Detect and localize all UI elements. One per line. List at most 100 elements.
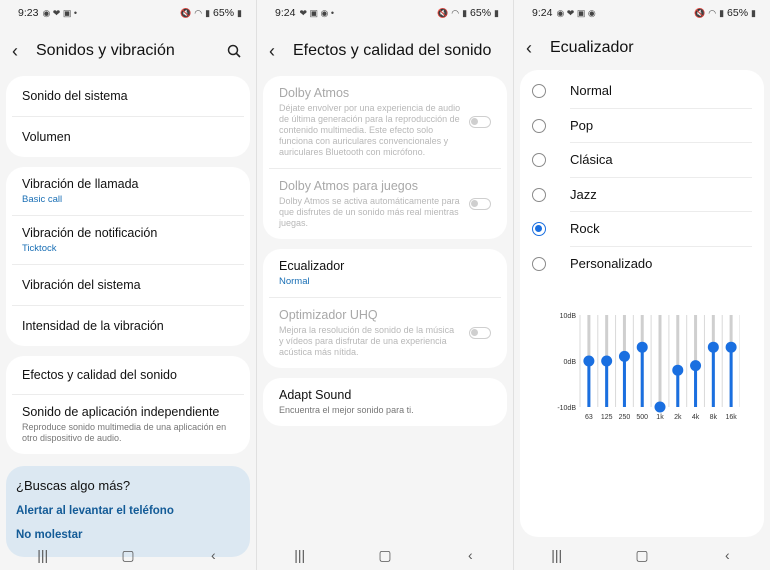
search-icon[interactable] [224,41,244,61]
screen-equalizer: 9:24 ◉ ❤ ▣ ◉ 🔇 ◠ ▮ 65% ▮ ‹ Ecualizador N… [514,0,770,570]
preset-label: Jazz [570,178,752,212]
slider-knob[interactable] [636,341,648,353]
preset-label: Pop [570,109,752,143]
slider-knob[interactable] [725,341,737,353]
preset-option[interactable]: Personalizado [520,247,764,282]
radio-button[interactable] [532,84,546,99]
back-arrow-icon[interactable]: ‹ [526,38,546,59]
preset-option[interactable]: Rock [520,212,764,247]
slider-knob[interactable] [583,355,595,367]
status-time: 9:23 [18,7,39,19]
slider-knob[interactable] [601,355,613,367]
app-bar: ‹ Ecualizador [514,26,770,70]
preset-option[interactable]: Jazz [520,178,764,212]
help-title: ¿Buscas algo más? [16,478,131,493]
setting-system-vibration[interactable]: Vibración del sistema [12,265,244,306]
battery-level: 65% [213,7,235,19]
recent-apps-icon[interactable]: ||| [542,547,572,563]
setting-value: Normal [279,276,310,287]
radio-button[interactable] [532,118,546,133]
slider-knob[interactable] [690,360,702,372]
setting-equalizer[interactable]: Ecualizador Normal [269,249,501,298]
preset-option[interactable]: Pop [520,109,764,143]
signal-icon: ▮ [462,7,468,18]
recent-apps-icon[interactable]: ||| [285,547,315,563]
setting-title: Dolby Atmos [279,86,350,100]
setting-call-vibration[interactable]: Vibración de llamada Basic call [12,167,244,216]
app-bar: ‹ Sonidos y vibración [0,26,256,76]
back-icon[interactable]: ‹ [455,547,485,563]
slider-knob[interactable] [618,350,630,362]
setting-title: Adapt Sound [279,388,352,402]
preset-label: Rock [570,212,752,247]
recent-apps-icon[interactable]: ||| [28,547,58,563]
setting-title: Optimizador UHQ [279,308,378,322]
battery-level: 65% [727,7,749,19]
status-bar: 9:23 ◉ ❤ ▣ • 🔇 ◠ ▮ 65% ▮ [0,0,256,26]
back-icon[interactable]: ‹ [712,547,742,563]
wifi-icon: ◠ [194,7,203,18]
preset-list: Normal Pop Clásica Jazz Rock Personalizado [520,74,764,281]
app-bar: ‹ Efectos y calidad del sonido [257,26,513,76]
navigation-bar: ||| ▢ ‹ [514,540,770,570]
setting-adapt-sound[interactable]: Adapt Sound Encuentra el mejor sonido pa… [269,378,501,426]
radio-button[interactable] [532,153,546,168]
uhq-toggle [469,327,491,339]
back-icon[interactable]: ‹ [198,547,228,563]
equalizer-card: Normal Pop Clásica Jazz Rock Personalizado 10… [520,70,764,537]
slider-knob[interactable] [654,401,666,413]
setting-description: Encuentra el mejor sonido para ti. [279,405,414,415]
preset-option[interactable]: Clásica [520,143,764,178]
home-icon[interactable]: ▢ [370,547,400,564]
preset-option[interactable]: Normal [520,74,764,109]
signal-icon: ▮ [205,7,211,18]
radio-button[interactable] [532,222,546,237]
setting-title: Sonido de aplicación independiente [22,405,220,419]
equalizer-svg: 10dB 0dB -10dB 63 125 250 500 1k 2k 4k 8k 16k [557,313,741,421]
equalizer-chart: 10dB 0dB -10dB 63 125 250 500 1k 2k 4k 8k 16k [540,301,764,426]
navigation-bar: ||| ▢ ‹ [0,540,256,570]
mute-icon: 🔇 [694,7,706,18]
setting-title: Vibración de notificación [22,226,158,240]
back-arrow-icon[interactable]: ‹ [269,41,289,62]
setting-dolby-atmos-games: Dolby Atmos para juegos Dolby Atmos se a… [269,169,501,239]
setting-description: Mejora la resolución de sonido de la mús… [279,325,455,357]
battery-icon: ▮ [751,7,756,18]
navigation-bar: ||| ▢ ‹ [257,540,513,570]
x-tick-label: 2k [674,414,682,421]
slider-knob[interactable] [672,364,684,376]
settings-group-effects: Efectos y calidad del sonido Sonido de a… [6,356,250,454]
home-icon[interactable]: ▢ [113,547,143,564]
status-time: 9:24 [275,7,296,19]
setting-title: Efectos y calidad del sonido [22,368,177,382]
setting-vibration-intensity[interactable]: Intensidad de la vibración [12,306,244,346]
radio-button[interactable] [532,187,546,202]
setting-uhq-upscaler: Optimizador UHQ Mejora la resolución de … [269,298,501,368]
setting-sound-effects[interactable]: Efectos y calidad del sonido [12,356,244,395]
home-icon[interactable]: ▢ [627,547,657,564]
dolby-atmos-toggle [469,116,491,128]
slider-knob[interactable] [707,341,719,353]
back-arrow-icon[interactable]: ‹ [12,41,32,62]
setting-system-sound[interactable]: Sonido del sistema [12,76,244,117]
setting-notification-vibration[interactable]: Vibración de notificación Ticktock [12,216,244,265]
setting-title: Vibración del sistema [22,278,141,292]
setting-volume[interactable]: Volumen [12,117,244,157]
mute-icon: 🔇 [180,7,192,18]
x-tick-label: 1k [656,414,664,421]
setting-title: Dolby Atmos para juegos [279,179,418,193]
help-link-lift-to-wake[interactable]: Alertar al levantar el teléfono [16,505,240,517]
settings-group-sound: Sonido del sistema Volumen [6,76,250,157]
notification-icons: ◉ ❤ ▣ • [42,7,77,18]
x-tick-label: 8k [710,414,718,421]
wifi-icon: ◠ [451,7,460,18]
x-tick-label: 125 [601,414,613,421]
setting-separate-app-sound[interactable]: Sonido de aplicación independiente Repro… [12,395,244,454]
status-time: 9:24 [532,7,553,19]
preset-label: Personalizado [570,256,653,272]
setting-value: Ticktock [22,243,57,254]
x-tick-label: 63 [585,414,593,421]
screen-sound-effects: 9:24 ❤ ▣ ◉ • 🔇 ◠ ▮ 65% ▮ ‹ Efectos y cal… [257,0,513,570]
y-tick-label: 10dB [560,313,577,320]
radio-button[interactable] [532,256,546,271]
